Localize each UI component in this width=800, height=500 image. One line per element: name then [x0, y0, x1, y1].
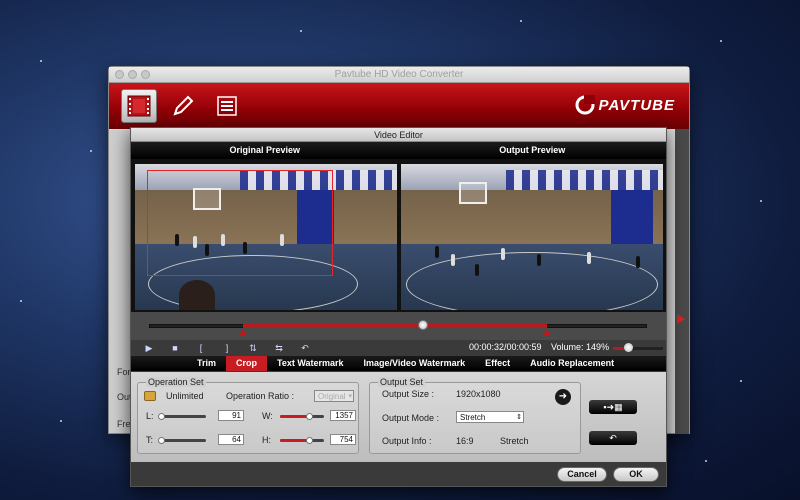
output-set-group: Output Set Output Size : 1920x1080 Outpu… [369, 377, 581, 454]
operation-ratio-label: Operation Ratio : [226, 391, 295, 401]
playback-controls: ▶ ■ [ ] ⇅ ⇆ ↶ 00:00:32/00:00:59 Volume: … [131, 340, 666, 356]
brand-logo: PAVTUBE [575, 95, 675, 115]
left-slider-knob[interactable] [158, 413, 165, 420]
output-size-label: Output Size : [382, 389, 435, 399]
height-label: H: [262, 435, 271, 445]
operation-set-group: Operation Set Unlimited Operation Ratio … [137, 377, 359, 454]
output-info-label: Output Info : [382, 436, 432, 446]
editor-footer: Cancel OK [131, 462, 666, 486]
arrow-right-icon[interactable] [677, 314, 685, 324]
output-preview-label: Output Preview [499, 145, 566, 155]
chevron-down-icon: ▾ [348, 393, 352, 400]
add-video-button[interactable] [121, 89, 157, 123]
tab-effect[interactable]: Effect [475, 356, 520, 371]
timeline[interactable] [131, 312, 666, 340]
minimize-icon[interactable] [128, 70, 137, 79]
tab-trim[interactable]: Trim [187, 356, 226, 371]
play-icon[interactable]: ▶ [143, 343, 155, 354]
top-input[interactable]: 64 [218, 434, 244, 445]
pencil-icon [173, 95, 194, 116]
output-mode-select[interactable]: Stretch ⇕ [456, 411, 524, 423]
tab-crop[interactable]: Crop [226, 356, 268, 371]
output-mode-value: Stretch [460, 413, 486, 422]
main-titlebar: Pavtube HD Video Converter [109, 67, 689, 83]
lock-icon[interactable] [144, 391, 156, 401]
crop-panel: Operation Set Unlimited Operation Ratio … [131, 372, 666, 462]
height-slider-knob[interactable] [306, 437, 313, 444]
width-slider-knob[interactable] [306, 413, 313, 420]
top-slider-knob[interactable] [158, 437, 165, 444]
swap-icon[interactable]: ⇆ [273, 343, 285, 354]
volume-knob[interactable] [624, 343, 633, 352]
original-preview-video[interactable] [135, 164, 397, 310]
film-icon [127, 95, 151, 117]
editor-title: Video Editor [131, 128, 666, 142]
crop-align-icon: ▪➜▦ [603, 402, 623, 412]
zoom-icon[interactable] [141, 70, 150, 79]
timeline-playhead[interactable] [417, 320, 428, 330]
width-label: W: [262, 411, 273, 421]
trim-start-marker[interactable] [239, 329, 247, 336]
main-window-title: Pavtube HD Video Converter [334, 69, 464, 80]
top-slider[interactable] [160, 439, 206, 442]
time-display: 00:00:32/00:00:59 [469, 342, 542, 352]
tab-audio-replacement[interactable]: Audio Replacement [520, 356, 624, 371]
brand-name: PAVTUBE [598, 96, 675, 114]
width-input[interactable]: 1357 [330, 410, 356, 421]
tab-text-watermark[interactable]: Text Watermark [267, 356, 354, 371]
stop-icon[interactable]: ■ [169, 343, 181, 353]
mark-out-icon[interactable]: ] [221, 343, 233, 353]
operation-ratio-select: Original ▾ [314, 390, 354, 402]
original-preview-label: Original Preview [229, 145, 301, 155]
volume-label: Volume: [551, 342, 584, 352]
main-toolbar: PAVTUBE [109, 83, 689, 129]
split-icon[interactable]: ⇅ [247, 343, 259, 354]
pavtube-logo-icon [575, 95, 595, 115]
list-icon [217, 96, 237, 116]
output-size-value: 1920x1080 [456, 389, 501, 399]
undo-icon: ↶ [609, 433, 617, 443]
mark-in-icon[interactable]: [ [195, 343, 207, 353]
edit-button[interactable] [165, 89, 201, 123]
preview-headers: Original Preview Output Preview [131, 142, 666, 159]
preview-area [131, 159, 666, 312]
file-list-panel[interactable] [109, 130, 131, 433]
height-input[interactable]: 754 [330, 434, 356, 445]
volume-display: Volume: 149% [551, 342, 609, 352]
tab-image-video-watermark[interactable]: Image/Video Watermark [354, 356, 476, 371]
video-editor-window: Video Editor Original Preview Output Pre… [130, 127, 667, 487]
unlimited-label: Unlimited [166, 391, 204, 401]
output-set-title: Output Set [378, 377, 426, 387]
chevron-down-icon: ⇕ [516, 414, 522, 421]
editor-tabs: Trim Crop Text Watermark Image/Video Wat… [131, 356, 666, 371]
ok-button[interactable]: OK [613, 467, 659, 482]
right-panel [675, 129, 689, 434]
left-slider[interactable] [160, 415, 206, 418]
crop-reset-button[interactable]: ↶ [589, 431, 637, 445]
output-mode-label: Output Mode : [382, 413, 440, 423]
operation-ratio-value: Original [318, 392, 346, 401]
operation-set-title: Operation Set [146, 377, 206, 387]
output-size-arrow-button[interactable]: ➜ [555, 389, 571, 405]
format-label: For [117, 367, 131, 377]
crop-rectangle[interactable] [147, 170, 333, 276]
volume-value: 149% [586, 342, 610, 352]
window-controls [115, 70, 150, 79]
cancel-button[interactable]: Cancel [557, 467, 607, 482]
trim-end-marker[interactable] [543, 329, 551, 336]
reset-icon[interactable]: ↶ [299, 343, 311, 354]
output-info-ratio: 16:9 [456, 436, 474, 446]
task-list-button[interactable] [209, 89, 245, 123]
left-input[interactable]: 91 [218, 410, 244, 421]
close-icon[interactable] [115, 70, 124, 79]
crop-align-button[interactable]: ▪➜▦ [589, 400, 637, 414]
output-info-mode: Stretch [500, 436, 529, 446]
top-label: T: [146, 435, 154, 445]
arrow-right-icon: ➜ [558, 391, 568, 402]
left-label: L: [146, 411, 154, 421]
output-preview-video [401, 164, 663, 310]
